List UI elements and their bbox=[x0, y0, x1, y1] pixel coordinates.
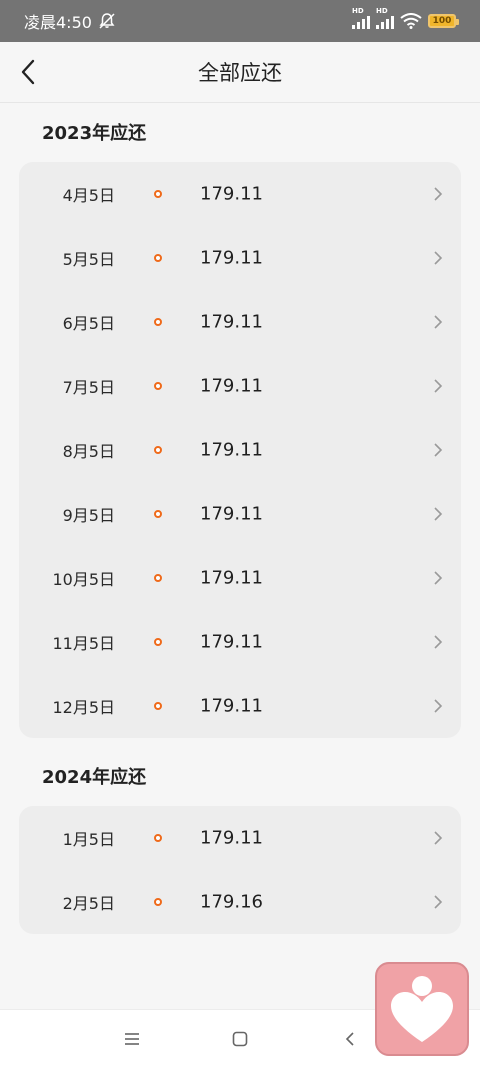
floating-assistant-button[interactable] bbox=[375, 962, 469, 1056]
repayment-amount: 179.11 bbox=[200, 567, 263, 589]
status-dot-icon bbox=[154, 638, 162, 646]
repayment-amount: 179.11 bbox=[200, 631, 263, 653]
status-dot-icon bbox=[154, 318, 162, 326]
home-square-icon bbox=[232, 1031, 248, 1047]
repayment-amount: 179.11 bbox=[200, 375, 263, 397]
repayment-date: 9月5日 bbox=[62, 506, 115, 525]
chevron-right-icon bbox=[434, 895, 443, 909]
repayment-row[interactable]: 6月5日 179.11 bbox=[19, 290, 461, 354]
mute-bell-icon bbox=[99, 13, 115, 29]
section-title-2023: 2023年应还 bbox=[42, 123, 147, 144]
nav-home-button[interactable] bbox=[228, 1028, 252, 1050]
repayment-card-2024: 1月5日 179.11 2月5日 179.16 bbox=[19, 806, 461, 934]
chevron-left-icon bbox=[21, 59, 35, 85]
repayment-amount: 179.11 bbox=[200, 183, 263, 205]
repayment-row[interactable]: 7月5日 179.11 bbox=[19, 354, 461, 418]
wifi-icon bbox=[400, 13, 422, 29]
chevron-right-icon bbox=[434, 443, 443, 457]
repayment-amount: 179.11 bbox=[200, 311, 263, 333]
repayment-amount: 179.11 bbox=[200, 827, 263, 849]
status-dot-icon bbox=[154, 898, 162, 906]
chevron-right-icon bbox=[434, 831, 443, 845]
chevron-right-icon bbox=[434, 315, 443, 329]
repayment-date: 1月5日 bbox=[62, 830, 115, 849]
status-time: 凌晨4:50 bbox=[24, 13, 92, 32]
heart-person-icon bbox=[391, 976, 453, 1042]
repayment-date: 10月5日 bbox=[52, 570, 115, 589]
repayment-amount: 179.11 bbox=[200, 247, 263, 269]
repayment-card-2023: 4月5日 179.11 5月5日 179.11 6月5日 179.11 7月5日… bbox=[19, 162, 461, 738]
nav-menu-button[interactable] bbox=[120, 1028, 144, 1050]
status-right: HD HD 100 bbox=[352, 7, 459, 29]
page-header: 全部应还 bbox=[0, 42, 480, 103]
repayment-row[interactable]: 5月5日 179.11 bbox=[19, 226, 461, 290]
chevron-right-icon bbox=[434, 379, 443, 393]
status-dot-icon bbox=[154, 254, 162, 262]
page-title: 全部应还 bbox=[198, 61, 282, 85]
status-dot-icon bbox=[154, 510, 162, 518]
repayment-row[interactable]: 11月5日 179.11 bbox=[19, 610, 461, 674]
status-dot-icon bbox=[154, 190, 162, 198]
repayment-amount: 179.11 bbox=[200, 695, 263, 717]
signal-hd-label: HD bbox=[352, 7, 364, 15]
signal-hd-label: HD bbox=[376, 7, 388, 15]
chevron-right-icon bbox=[434, 251, 443, 265]
status-bar: 凌晨4:50 HD HD 100 bbox=[0, 0, 480, 42]
repayment-date: 4月5日 bbox=[62, 186, 115, 205]
repayment-date: 5月5日 bbox=[62, 250, 115, 269]
repayment-row[interactable]: 9月5日 179.11 bbox=[19, 482, 461, 546]
chevron-right-icon bbox=[434, 507, 443, 521]
repayment-date: 7月5日 bbox=[62, 378, 115, 397]
signal-strength-icon: HD bbox=[376, 7, 394, 29]
back-triangle-icon bbox=[345, 1032, 354, 1046]
repayment-row[interactable]: 8月5日 179.11 bbox=[19, 418, 461, 482]
status-dot-icon bbox=[154, 834, 162, 842]
nav-back-button[interactable] bbox=[338, 1028, 362, 1050]
repayment-row[interactable]: 10月5日 179.11 bbox=[19, 546, 461, 610]
repayment-date: 12月5日 bbox=[52, 698, 115, 717]
chevron-right-icon bbox=[434, 699, 443, 713]
status-dot-icon bbox=[154, 702, 162, 710]
signal-strength-icon: HD bbox=[352, 7, 370, 29]
battery-level: 100 bbox=[432, 16, 452, 26]
repayment-date: 11月5日 bbox=[52, 634, 115, 653]
repayment-date: 8月5日 bbox=[62, 442, 115, 461]
repayment-amount: 179.11 bbox=[200, 439, 263, 461]
repayment-row[interactable]: 4月5日 179.11 bbox=[19, 162, 461, 226]
chevron-right-icon bbox=[434, 635, 443, 649]
repayment-date: 2月5日 bbox=[62, 894, 115, 913]
repayment-row[interactable]: 2月5日 179.16 bbox=[19, 870, 461, 934]
repayment-row[interactable]: 1月5日 179.11 bbox=[19, 806, 461, 870]
menu-icon bbox=[125, 1033, 139, 1045]
repayment-amount: 179.16 bbox=[200, 891, 263, 913]
repayment-row[interactable]: 12月5日 179.11 bbox=[19, 674, 461, 738]
status-dot-icon bbox=[154, 382, 162, 390]
battery-icon: 100 bbox=[428, 14, 459, 28]
chevron-right-icon bbox=[434, 571, 443, 585]
status-dot-icon bbox=[154, 446, 162, 454]
section-title-2024: 2024年应还 bbox=[42, 767, 147, 788]
repayment-amount: 179.11 bbox=[200, 503, 263, 525]
repayment-date: 6月5日 bbox=[62, 314, 115, 333]
chevron-right-icon bbox=[434, 187, 443, 201]
status-left: 凌晨4:50 bbox=[24, 9, 116, 33]
back-button[interactable] bbox=[10, 54, 46, 90]
status-dot-icon bbox=[154, 574, 162, 582]
